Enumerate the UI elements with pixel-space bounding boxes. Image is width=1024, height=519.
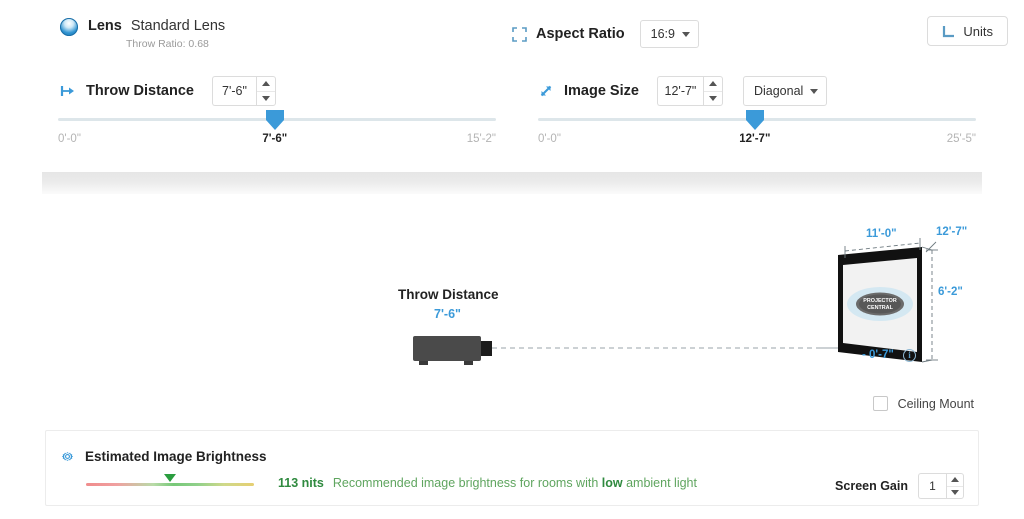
recommendation-emphasis: low [601,476,623,490]
brightness-nits-value: 113 nits [278,476,324,490]
image-size-input[interactable]: 12'-7" [656,76,703,106]
image-size-increment[interactable] [704,77,722,91]
image-size-slider-thumb[interactable] [744,109,766,131]
image-size-mode-select[interactable]: Diagonal [742,76,828,106]
horizontal-measure-icon [60,84,76,98]
gear-icon [60,449,75,464]
screen-graphic: PROJECTOR CENTRAL [838,247,922,362]
aspect-ratio-select[interactable]: 16:9 [639,20,699,48]
brightness-scale [86,474,254,486]
screen-gain-control: Screen Gain 1 [835,473,964,499]
triangle-up-icon [708,81,717,87]
size-slider-max-label: 25'-5" [946,133,976,145]
image-size-slider[interactable]: 0'-0" 12'-7" 25'-5" [538,110,976,149]
section-divider [42,172,982,194]
brightness-recommendation: Recommended image brightness for rooms w… [333,476,697,490]
lens-icon [60,18,78,36]
chevron-down-icon [681,31,690,37]
throw-distance-slider-thumb[interactable] [264,109,286,131]
throw-distance-label: Throw Distance [86,83,194,99]
size-slider-min-label: 0'-0" [538,133,561,145]
throw-distance-stepper[interactable]: 7'-6" [211,76,276,106]
size-slider-current-label: 12'-7" [739,133,771,145]
triangle-up-icon [951,477,959,483]
ceiling-mount-control[interactable]: Ceiling Mount [872,396,974,411]
screen-height-label: 6'-2" [938,286,963,298]
image-size-stepper[interactable]: 12'-7" [656,76,723,106]
screen-gain-stepper[interactable]: 1 [918,473,964,499]
brightness-gradient-bar [86,483,254,486]
screen-gain-label: Screen Gain [835,479,908,493]
image-size-control: Image Size 12'-7" Diagonal [538,76,828,106]
brightness-panel: Estimated Image Brightness 113 nits Reco… [45,430,979,506]
image-size-label: Image Size [564,83,639,99]
image-size-slider-track[interactable] [538,110,976,130]
screen-diagonal-label: 12'-7" [936,226,968,238]
throw-ratio-text: Throw Ratio: 0.68 [126,38,209,50]
brightness-header: Estimated Image Brightness [60,449,267,464]
info-icon[interactable]: i [903,349,916,362]
triangle-down-icon [708,95,717,101]
chevron-down-icon [810,88,819,94]
screen-gain-increment[interactable] [947,474,963,486]
throw-slider-current-label: 7'-6" [262,133,288,145]
image-size-mode-value: Diagonal [753,84,804,98]
units-label: Units [963,23,993,39]
lens-value[interactable]: Standard Lens [131,18,225,34]
throw-distance-increment[interactable] [257,77,275,91]
image-size-decrement[interactable] [703,90,722,106]
throw-slider-min-label: 0'-0" [58,133,81,145]
brightness-title: Estimated Image Brightness [85,449,267,464]
aspect-ratio-control: Aspect Ratio 16:9 [512,20,699,48]
lens-control: Lens Standard Lens [60,18,225,36]
triangle-down-icon [951,489,959,495]
screen-logo: PROJECTOR CENTRAL [847,287,913,321]
projection-diagram: Throw Distance 7'-6" PROJECTOR CENTRAL 1… [0,200,1024,415]
triangle-down-icon [261,95,270,101]
screen-gain-input[interactable]: 1 [918,473,946,499]
throw-distance-input[interactable]: 7'-6" [211,76,256,106]
lens-label: Lens [88,18,122,34]
screen-logo-line1: PROJECTOR [863,298,897,304]
screen-gain-decrement[interactable] [947,485,963,499]
recommendation-suffix: ambient light [626,476,697,490]
aspect-ratio-label: Aspect Ratio [536,26,625,42]
recommendation-prefix: Recommended image brightness for rooms w… [332,476,599,490]
ruler-icon [942,25,955,38]
controls-panel: Lens Standard Lens Throw Ratio: 0.68 Asp… [0,0,1024,160]
brightness-readout: 113 nits Recommended image brightness fo… [278,476,697,490]
screen-logo-line2: CENTRAL [867,305,893,311]
ceiling-mount-label: Ceiling Mount [897,396,974,411]
aspect-ratio-value: 16:9 [650,27,675,41]
diagonal-arrow-icon [538,83,554,99]
screen-width-label: 11'-0" [866,228,897,240]
triangle-up-icon [261,81,270,87]
vertical-offset-label: - 0'-7" [862,349,894,361]
throw-distance-decrement[interactable] [256,90,275,106]
throw-distance-slider-track[interactable] [58,110,496,130]
crop-frame-icon [512,26,527,42]
projector-graphic [413,336,492,365]
units-button[interactable]: Units [927,16,1008,46]
throw-slider-max-label: 15'-2" [466,133,496,145]
ceiling-mount-checkbox[interactable] [872,396,888,411]
throw-distance-slider[interactable]: 0'-0" 7'-6" 15'-2" [58,110,496,149]
throw-distance-control: Throw Distance 7'-6" [60,76,276,106]
brightness-marker-icon [164,474,176,482]
